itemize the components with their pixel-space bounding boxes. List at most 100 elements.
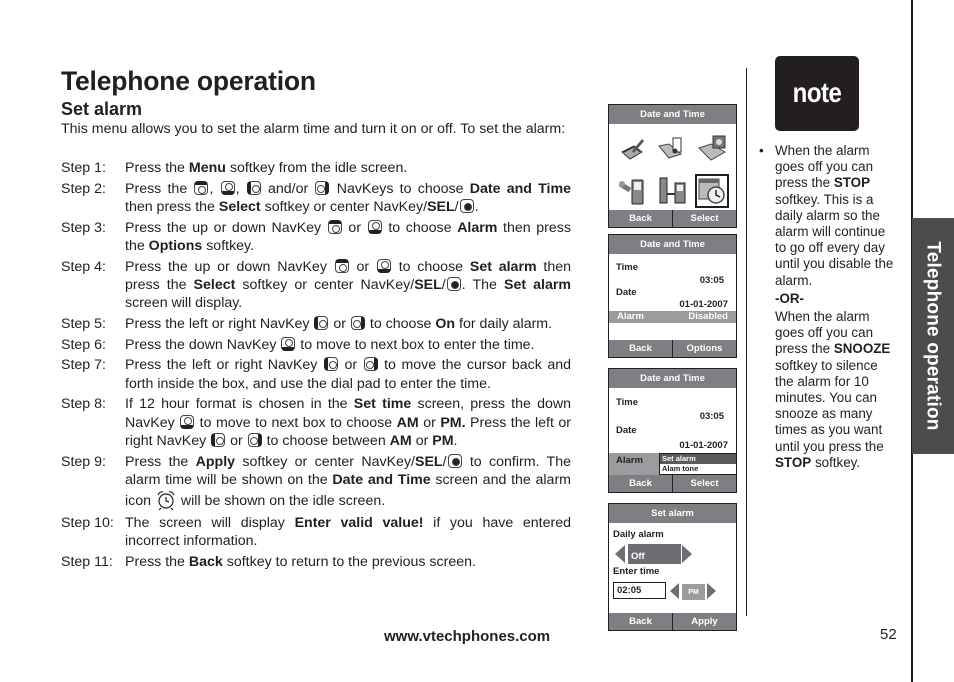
screen-menu-softkeys: Back Select [609, 210, 736, 227]
step-text: Press the Apply softkey or center NavKey… [125, 453, 571, 512]
alarm-row[interactable]: Alarm Disabled [609, 311, 736, 323]
bold-term: Select [193, 276, 236, 293]
menu-icon-grid [609, 124, 736, 212]
step-text: Press the up or down NavKey or to choose… [125, 219, 571, 256]
softkey-back[interactable]: Back [609, 475, 673, 492]
navkey-right-icon [363, 357, 378, 372]
bullet-icon: • [759, 143, 764, 158]
time-input[interactable]: 02:05 [613, 582, 666, 599]
screen-set-alarm-title: Set alarm [609, 504, 736, 523]
menu-item-date-time[interactable] [692, 170, 732, 212]
step-text: If 12 hour format is chosen in the Set t… [125, 395, 571, 450]
menu-item-music[interactable] [653, 128, 693, 170]
softkey-options[interactable]: Options [673, 340, 736, 357]
text-run: to choose between [262, 432, 390, 449]
screen-alarm-options: Date and Time Time 03:05 Date 01-01-2007… [608, 368, 737, 493]
bold-term: SEL [427, 198, 455, 215]
step-label: Step 9: [61, 453, 106, 470]
text-run: Press the [125, 553, 189, 570]
bold-term: Set alarm [503, 276, 571, 293]
text-run: , [235, 180, 246, 197]
screen-set-alarm-softkeys: Back Apply [609, 613, 736, 630]
note-badge: note [775, 56, 859, 131]
bold-term: Apply [195, 453, 236, 470]
text-run: or [338, 357, 363, 374]
navkey-right-icon [350, 315, 365, 330]
bold-term: STOP [833, 175, 871, 191]
step-text: Press the left or right NavKey or to cho… [125, 315, 571, 333]
alarm-status: Disabled [688, 311, 728, 322]
note-text-stop: When the alarm goes off you can press th… [775, 143, 899, 289]
enter-time-label: Enter time [613, 566, 660, 577]
navkey-down-icon [367, 219, 382, 234]
step-text: Press the , , and/or NavKeys to choose D… [125, 180, 571, 217]
softkey-back[interactable]: Back [609, 210, 673, 227]
softkey-back[interactable]: Back [609, 613, 673, 630]
text-run: . [474, 198, 479, 215]
text-run: softkey or center NavKey/ [235, 276, 415, 293]
step-text: Press the left or right NavKey or to mov… [125, 356, 571, 393]
screen-set-alarm: Set alarm Daily alarm Off Enter time 02:… [608, 503, 737, 631]
text-run: Press the [125, 160, 189, 176]
ampm-value[interactable]: PM [682, 584, 705, 600]
text-run: or [342, 219, 367, 236]
bold-term: Enter valid value! [294, 514, 424, 531]
page-number: 52 [880, 626, 897, 643]
menu-item-intercom[interactable] [653, 170, 693, 212]
text-run: Press the [125, 180, 194, 197]
bold-term: SNOOZE [833, 341, 891, 357]
note-or-separator: -OR- [775, 290, 805, 306]
step-item: Step 1: Press the Menu softkey from the i… [61, 159, 571, 177]
bold-term: Back [188, 553, 223, 570]
navkey-up-icon [334, 258, 349, 273]
text-run: or [411, 432, 433, 449]
text-run: for daily alarm. [455, 315, 553, 332]
text-run: / [442, 453, 447, 470]
note-badge-label: note [792, 77, 842, 109]
text-run: . The [461, 276, 504, 293]
date-value: 01-01-2007 [679, 440, 728, 451]
navkey-down-icon [281, 336, 296, 351]
bold-term: SEL [414, 276, 442, 293]
steps-list: Step 1: Press the Menu softkey from the i… [61, 159, 571, 573]
option-set-alarm[interactable]: Set alarm [660, 454, 736, 464]
step-label: Step 5: [61, 315, 106, 332]
screen-date-time-softkeys: Back Options [609, 340, 736, 357]
step-text: Press the up or down NavKey or to choose… [125, 258, 571, 313]
daily-alarm-value[interactable]: Off [628, 544, 681, 564]
footer-url[interactable]: www.vtechphones.com [384, 628, 550, 645]
step-item: Step 11: Press the Back softkey to return… [61, 553, 571, 571]
softkey-select[interactable]: Select [673, 210, 736, 227]
screen-menu: Date and Time Back Select [608, 104, 737, 228]
daily-alarm-left-arrow-icon[interactable] [615, 545, 625, 563]
note-list: • When the alarm goes off you can press … [759, 143, 899, 471]
step-text: Press the down NavKey to move to next bo… [125, 336, 571, 354]
date-label: Date [616, 425, 637, 436]
option-alarm-tone[interactable]: Alam tone [660, 464, 736, 474]
menu-item-notepad[interactable] [613, 128, 653, 170]
text-run: or [418, 414, 441, 431]
ampm-left-arrow-icon[interactable] [670, 583, 679, 599]
navkey-center-icon [447, 453, 462, 468]
screen-date-time-title: Date and Time [609, 235, 736, 254]
ampm-right-arrow-icon[interactable] [707, 583, 716, 599]
step-label: Step 7: [61, 357, 106, 374]
text-run: NavKeys to choose [330, 180, 470, 197]
screen-menu-title: Date and Time [609, 105, 736, 124]
step-label: Step 8: [61, 396, 106, 413]
menu-item-pictures[interactable] [692, 128, 732, 170]
menu-item-settings[interactable] [613, 170, 653, 212]
settings-phone-icon [618, 179, 644, 205]
softkey-back[interactable]: Back [609, 340, 673, 357]
text-run: softkey. This is a daily alarm so the al… [775, 191, 894, 288]
step-item: Step 9: Press the Apply softkey or center… [61, 453, 571, 512]
bold-term: AM [389, 432, 412, 449]
navkey-center-icon [459, 198, 474, 213]
softkey-select[interactable]: Select [673, 475, 736, 492]
daily-alarm-right-arrow-icon[interactable] [682, 545, 692, 563]
picture-folder-icon [698, 135, 727, 161]
screen-date-time: Date and Time Time 03:05 Date 01-01-2007… [608, 234, 737, 358]
softkey-apply[interactable]: Apply [673, 613, 736, 630]
bold-term: Alarm [457, 219, 498, 236]
navkey-right-icon [315, 180, 330, 195]
